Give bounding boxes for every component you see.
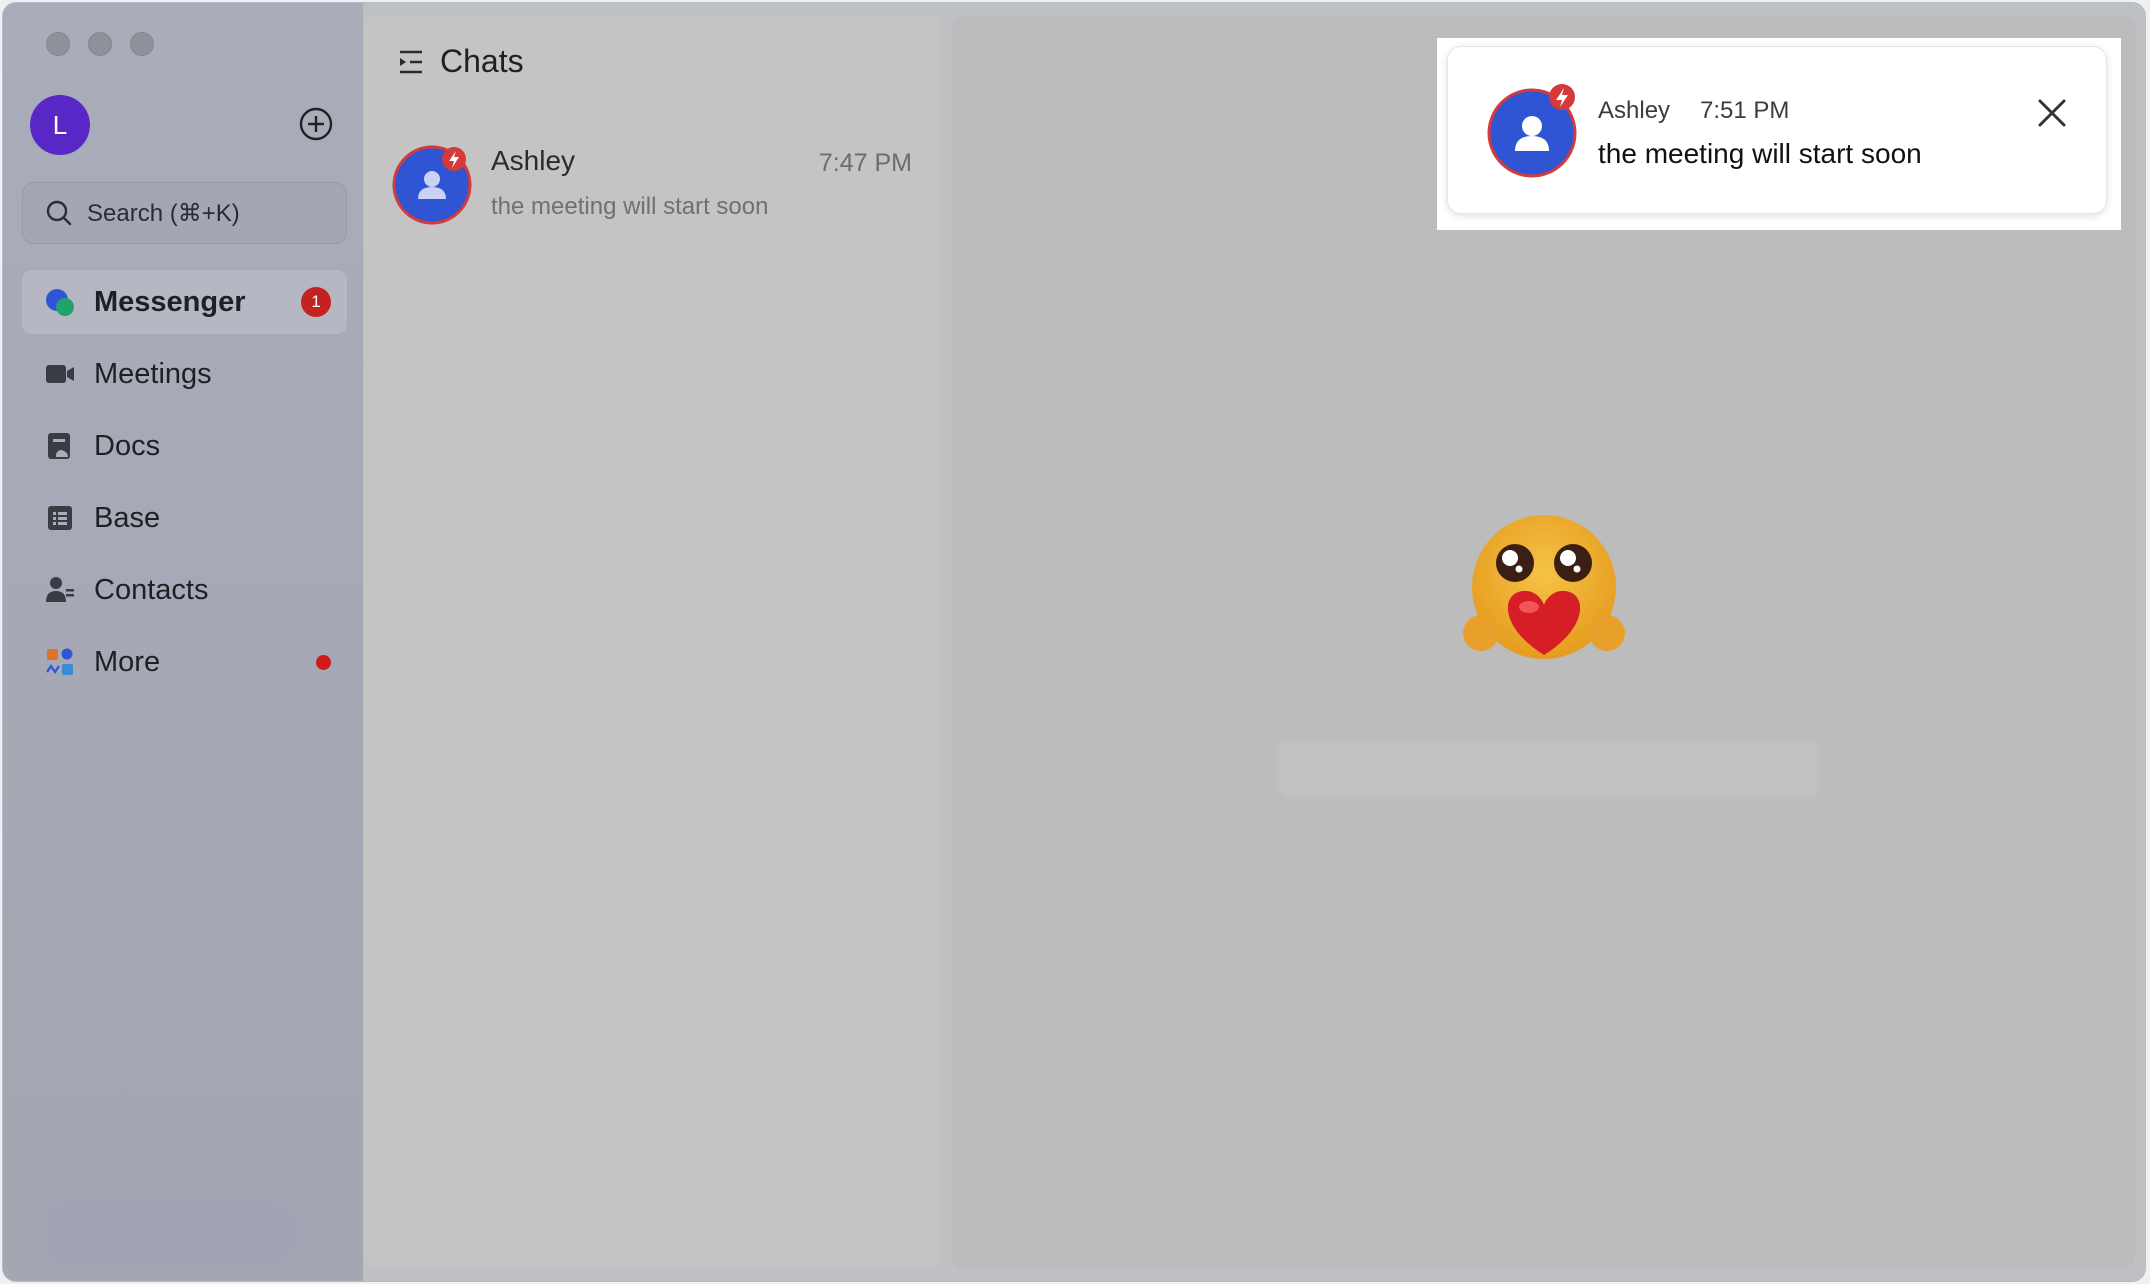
sidebar: L Search (⌘+K) Messenger 1 Meetings Docs… (3, 3, 363, 1281)
sidebar-item-label: Messenger (94, 285, 246, 318)
apps-grid-icon (44, 646, 76, 678)
profile-initial: L (52, 109, 68, 140)
sidebar-item-base[interactable]: Base (22, 486, 347, 550)
chat-list-panel: Chats Ashley 7:47 PM the meeting will st… (364, 15, 940, 1269)
search-input[interactable]: Search (⌘+K) (22, 182, 347, 244)
notification-time: 7:51 PM (1700, 97, 1790, 124)
profile-avatar[interactable]: L (30, 95, 90, 155)
heart-hug-emoji-icon (1463, 515, 1625, 659)
sidebar-item-label: Contacts (94, 573, 209, 606)
sidebar-item-label: Docs (94, 429, 161, 462)
zoom-window-button[interactable] (130, 32, 154, 56)
close-icon[interactable] (2034, 95, 2070, 131)
sidebar-item-label: Meetings (94, 357, 212, 390)
video-camera-icon (44, 358, 76, 390)
minimize-window-button[interactable] (88, 32, 112, 56)
docs-icon (44, 430, 76, 462)
app-window: L Search (⌘+K) Messenger 1 Meetings Docs… (2, 2, 2146, 1282)
chat-item-preview: the meeting will start soon (491, 193, 769, 220)
notification-message: the meeting will start soon (1598, 138, 1922, 169)
unread-badge: 1 (301, 287, 331, 317)
messenger-icon (44, 286, 76, 318)
sidebar-item-meetings[interactable]: Meetings (22, 342, 347, 406)
notification-highlight: Ashley 7:51 PM the meeting will start so… (1437, 38, 2121, 230)
toggle-list-icon[interactable] (396, 47, 426, 77)
chat-list-header: Chats (396, 43, 524, 80)
sidebar-item-docs[interactable]: Docs (22, 414, 347, 478)
list-item[interactable]: Ashley 7:47 PM the meeting will start so… (392, 133, 912, 233)
contact-avatar (392, 145, 472, 225)
base-icon (44, 502, 76, 534)
sidebar-item-label: Base (94, 501, 161, 534)
sidebar-item-more[interactable]: More (22, 630, 347, 694)
sidebar-item-label: More (94, 645, 161, 678)
search-icon (46, 200, 72, 226)
sidebar-footer (41, 1199, 299, 1265)
empty-state-caption (1279, 741, 1819, 797)
chat-item-name: Ashley (491, 145, 576, 176)
sidebar-item-contacts[interactable]: Contacts (22, 558, 347, 622)
window-controls (46, 32, 154, 56)
sidebar-nav: Messenger 1 Meetings Docs Base Contacts … (22, 270, 347, 702)
sidebar-item-messenger[interactable]: Messenger 1 (22, 270, 347, 334)
notification-avatar (1487, 84, 1577, 178)
contacts-icon (44, 574, 76, 606)
notification-sender: Ashley (1598, 97, 1671, 124)
notification-dot (316, 655, 331, 670)
close-window-button[interactable] (46, 32, 70, 56)
chat-item-time: 7:47 PM (818, 149, 912, 177)
message-notification[interactable]: Ashley 7:51 PM the meeting will start so… (1447, 46, 2107, 214)
chat-list-title: Chats (440, 43, 524, 79)
add-icon[interactable] (299, 107, 333, 141)
search-placeholder: Search (⌘+K) (87, 199, 240, 227)
